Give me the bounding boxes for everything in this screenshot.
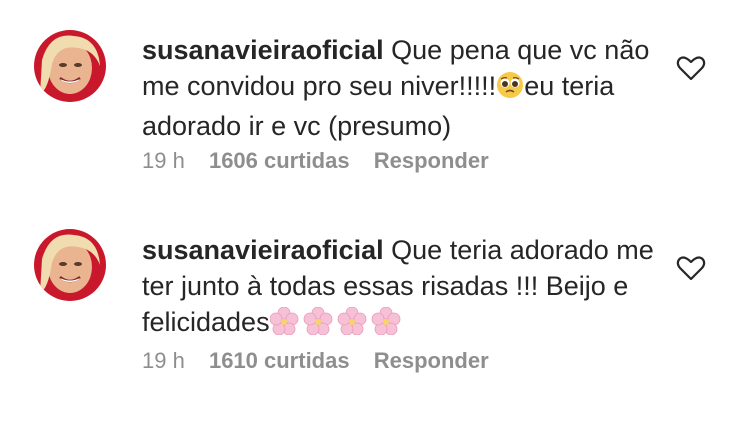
comment-time: 19 h: [142, 148, 185, 173]
reply-button[interactable]: Responder: [374, 348, 489, 374]
cherry-blossom-emoji-icon: [269, 306, 402, 344]
comment-username[interactable]: susanavieiraoficial: [142, 235, 384, 265]
pleading-face-emoji-icon: [496, 71, 524, 108]
reply-button[interactable]: Responder: [374, 148, 489, 174]
avatar[interactable]: [34, 229, 106, 301]
comment-meta: 19 h 1606 curtidas Responder: [142, 148, 507, 174]
comment-body: susanavieiraoficial Que pena que vc não …: [142, 32, 662, 144]
avatar[interactable]: [34, 30, 106, 102]
like-heart-icon[interactable]: [676, 54, 706, 82]
comment-likes[interactable]: 1606 curtidas: [209, 148, 350, 174]
comment-likes[interactable]: 1610 curtidas: [209, 348, 350, 374]
like-heart-icon[interactable]: [676, 254, 706, 282]
comment-meta: 19 h 1610 curtidas Responder: [142, 348, 507, 374]
comment-username[interactable]: susanavieiraoficial: [142, 35, 384, 65]
comment-time: 19 h: [142, 348, 185, 373]
comment-body: susanavieiraoficial Que teria adorado me…: [142, 232, 662, 344]
